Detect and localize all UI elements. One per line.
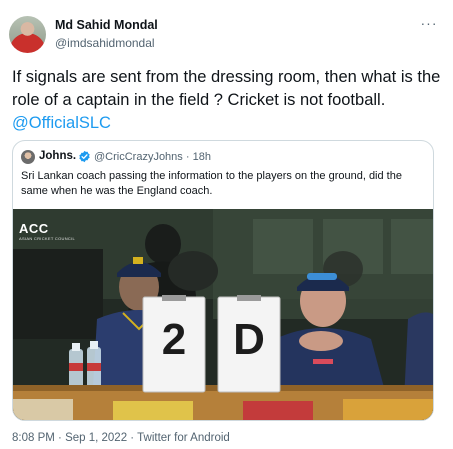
media-logo-sub: ASIAN CRICKET COUNCIL xyxy=(19,236,76,241)
author-name[interactable]: Md Sahid Mondal xyxy=(55,18,158,32)
meta-separator: · xyxy=(58,432,66,444)
quoted-time: 18h xyxy=(192,151,211,163)
quoted-avatar xyxy=(21,150,35,164)
quoted-handle: @CricCrazyJohns xyxy=(94,151,183,163)
tweet-meta: 8:08 PM · Sep 1, 2022 · Twitter for Andr… xyxy=(12,432,230,444)
tweet-time[interactable]: 8:08 PM xyxy=(12,432,55,444)
media-logo: ACC ASIAN CRICKET COUNCIL xyxy=(19,221,75,241)
tweet-text: If signals are sent from the dressing ro… xyxy=(12,66,444,135)
board-right-text: D xyxy=(233,315,265,364)
mention-link[interactable]: @OfficialSLC xyxy=(12,114,111,132)
quoted-handle-line: @CricCrazyJohns · 18h xyxy=(94,151,211,163)
author-handle[interactable]: @imdsahidmondal xyxy=(55,36,155,50)
separator-dot: · xyxy=(185,151,193,163)
author-avatar[interactable] xyxy=(9,16,46,53)
quoted-name: Johns. xyxy=(39,150,77,162)
tweet: Md Sahid Mondal @imdsahidmondal ··· If s… xyxy=(0,0,453,449)
quoted-text: Sri Lankan coach passing the information… xyxy=(21,170,402,197)
media-logo-text: ACC xyxy=(19,221,49,236)
verified-badge-icon xyxy=(79,150,90,163)
tweet-date[interactable]: Sep 1, 2022 xyxy=(65,432,127,444)
board-left-text: 2 xyxy=(161,315,187,364)
tweet-source: Twitter for Android xyxy=(137,432,230,444)
quoted-media-photo[interactable]: ACC ASIAN CRICKET COUNCIL 2 D xyxy=(13,209,433,420)
more-options-icon[interactable]: ··· xyxy=(419,16,439,33)
quoted-tweet[interactable]: Johns. @CricCrazyJohns · 18h Sri Lankan … xyxy=(12,140,434,421)
tweet-body: If signals are sent from the dressing ro… xyxy=(12,68,441,109)
